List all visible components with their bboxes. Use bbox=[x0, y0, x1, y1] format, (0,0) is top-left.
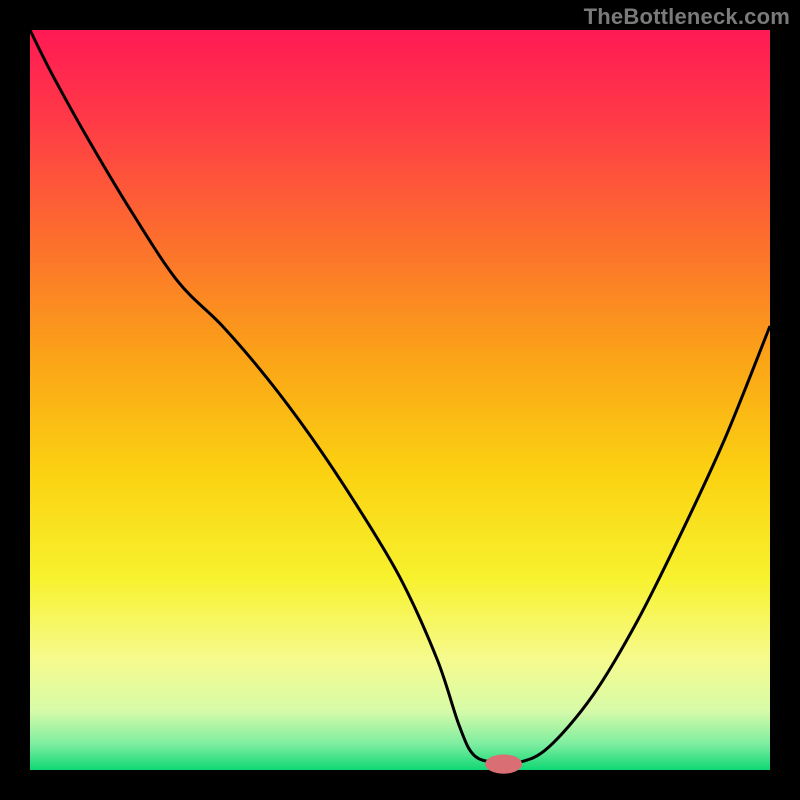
optimal-marker bbox=[485, 754, 522, 773]
watermark-text: TheBottleneck.com bbox=[584, 4, 790, 30]
plot-frame bbox=[30, 30, 770, 770]
chart-svg bbox=[30, 30, 770, 770]
bottleneck-curve bbox=[30, 30, 770, 764]
stage: TheBottleneck.com bbox=[0, 0, 800, 800]
